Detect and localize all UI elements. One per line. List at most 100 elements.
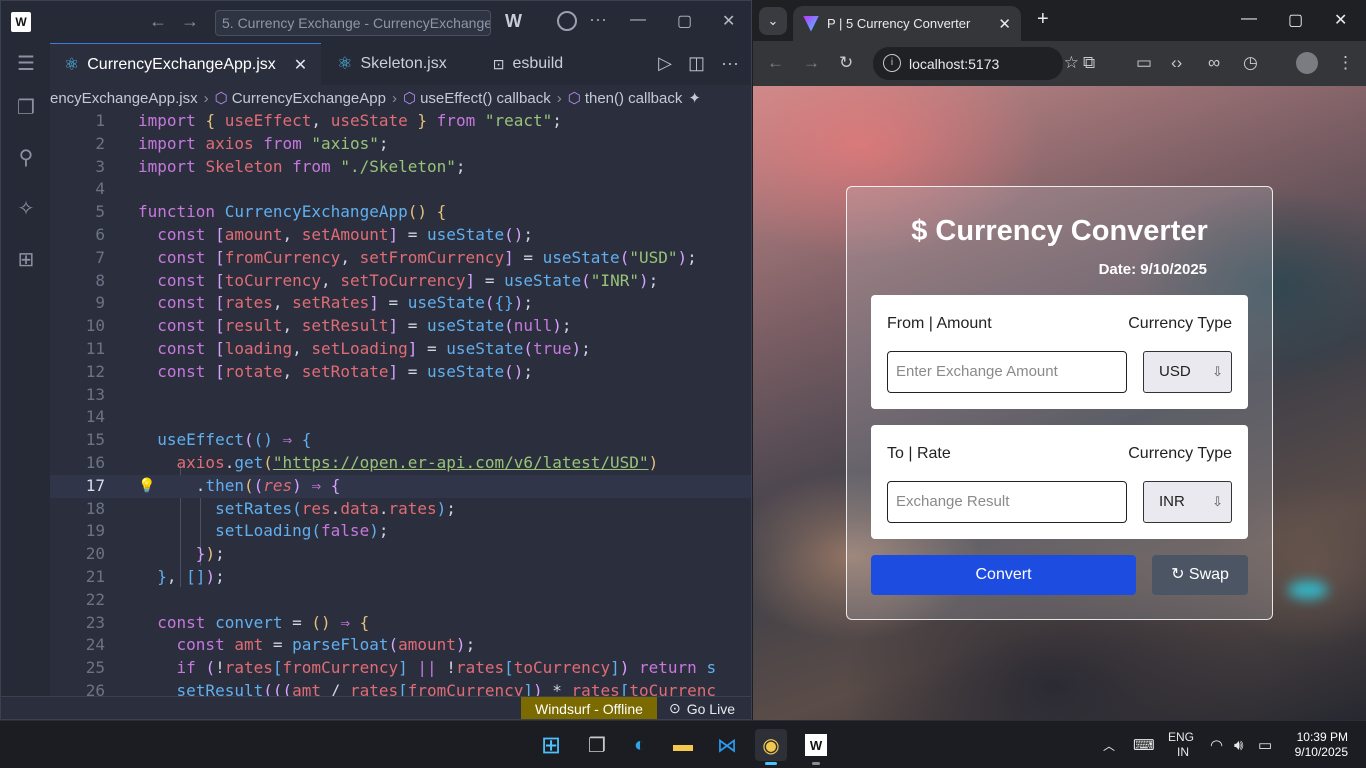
- code-line[interactable]: 10 const [result, setResult] = useState(…: [50, 315, 751, 338]
- tab-search-icon[interactable]: ⌄: [759, 7, 787, 35]
- bookmark-star-icon[interactable]: ☆: [1064, 53, 1079, 73]
- code-line[interactable]: 7 const [fromCurrency, setFromCurrency] …: [50, 247, 751, 270]
- breadcrumb-item[interactable]: encyExchangeApp.jsx: [50, 90, 198, 107]
- menu-icon[interactable]: ☰: [15, 53, 37, 75]
- code-line[interactable]: 20 });: [50, 543, 751, 566]
- code-line[interactable]: 15 useEffect(() ⇒ {: [50, 429, 751, 452]
- close-window-icon[interactable]: ✕: [1334, 10, 1347, 30]
- back-arrow-icon[interactable]: ←: [767, 53, 784, 73]
- search-icon[interactable]: ⚲: [15, 147, 37, 169]
- wifi-icon[interactable]: ◠: [1210, 721, 1223, 768]
- code-line[interactable]: 14: [50, 406, 751, 429]
- to-currency-value: INR: [1159, 493, 1185, 510]
- device-icon[interactable]: ▭: [1136, 53, 1152, 73]
- breadcrumb-item[interactable]: useEffect() callback: [420, 90, 551, 107]
- close-tab-icon[interactable]: ✕: [998, 15, 1011, 33]
- code-line[interactable]: 4: [50, 178, 751, 201]
- tab-skeleton[interactable]: ⚛ Skeleton.jsx: [321, 43, 479, 85]
- breadcrumb-item[interactable]: CurrencyExchangeApp: [232, 90, 386, 107]
- system-clock[interactable]: 10:39 PM 9/10/2025: [1295, 730, 1348, 760]
- split-editor-icon[interactable]: ◫: [688, 53, 705, 74]
- code-line[interactable]: 8 const [toCurrency, setToCurrency] = us…: [50, 270, 751, 293]
- language-indicator[interactable]: ENG IN: [1168, 721, 1194, 768]
- extensions-icon[interactable]: ⊞: [15, 249, 37, 271]
- explorer-icon[interactable]: ❐: [15, 97, 37, 119]
- go-live-button[interactable]: ⊙ Go Live: [669, 700, 735, 717]
- code-line[interactable]: 26 setResult(((amt / rates[fromCurrency]…: [50, 680, 751, 696]
- site-info-icon[interactable]: i: [883, 54, 901, 72]
- menu-dots-icon[interactable]: ⋮: [1337, 53, 1354, 73]
- more-actions-icon[interactable]: ···: [721, 53, 739, 74]
- code-line[interactable]: 17 💡 .then((res) ⇒ {: [50, 474, 751, 498]
- swap-button[interactable]: ↻ Swap: [1152, 555, 1248, 595]
- minimize-icon[interactable]: —: [630, 11, 646, 29]
- new-tab-icon[interactable]: +: [1037, 8, 1049, 31]
- vscode-icon[interactable]: ⋈: [711, 729, 743, 761]
- source-control-icon[interactable]: ✧: [15, 198, 37, 220]
- code-line[interactable]: 5 function CurrencyExchangeApp() {: [50, 201, 751, 224]
- code-line[interactable]: 23 const convert = () ⇒ {: [50, 612, 751, 635]
- windsurf-icon[interactable]: W: [505, 11, 522, 32]
- close-tab-icon[interactable]: ✕: [294, 55, 307, 75]
- react-icon: ⚛: [64, 54, 80, 74]
- status-offline[interactable]: Windsurf - Offline: [521, 697, 657, 719]
- breadcrumb-item[interactable]: then() callback: [585, 90, 683, 107]
- extensions-icon[interactable]: ⧉: [1083, 53, 1095, 73]
- windsurf-logo-icon[interactable]: W: [11, 12, 31, 32]
- code-line[interactable]: 24 const amt = parseFloat(amount);: [50, 634, 751, 657]
- to-currency-select[interactable]: INR ⇩: [1143, 481, 1232, 523]
- profile-avatar[interactable]: [1296, 52, 1318, 74]
- chrome-icon[interactable]: ◉: [755, 729, 787, 765]
- volume-icon[interactable]: 🔊︎: [1234, 721, 1243, 768]
- maximize-icon[interactable]: ▢: [1288, 10, 1303, 30]
- run-icon[interactable]: ▷: [658, 53, 672, 74]
- code-line[interactable]: 13: [50, 384, 751, 407]
- line-number: 24: [85, 635, 105, 655]
- edge-icon[interactable]: ◐: [624, 729, 656, 761]
- code-line[interactable]: 3 import Skeleton from "./Skeleton";: [50, 156, 751, 179]
- windsurf-taskbar-icon[interactable]: W: [800, 729, 832, 765]
- code-line[interactable]: 2 import axios from "axios";: [50, 133, 751, 156]
- link-icon[interactable]: ∞: [1208, 53, 1220, 73]
- tab-currency-converter[interactable]: P | 5 Currency Converter ✕: [793, 6, 1021, 41]
- code-line[interactable]: 6 const [amount, setAmount] = useState()…: [50, 224, 751, 247]
- start-windows-icon[interactable]: ⊞: [535, 729, 567, 761]
- address-bar[interactable]: i localhost:5173 ☆: [873, 47, 1079, 80]
- minimize-icon[interactable]: —: [1241, 10, 1257, 28]
- back-arrow-icon[interactable]: ←: [149, 11, 167, 32]
- task-view-icon[interactable]: ❐: [581, 729, 613, 761]
- code-line[interactable]: 18 setRates(res.data.rates);: [50, 498, 751, 521]
- battery-icon[interactable]: ▭: [1258, 721, 1272, 768]
- show-hidden-icons-icon[interactable]: ︿: [1103, 721, 1115, 768]
- from-currency-select[interactable]: USD ⇩: [1143, 351, 1232, 393]
- keyboard-icon[interactable]: ⌨: [1133, 721, 1155, 768]
- devtools-icon[interactable]: ‹›: [1171, 53, 1182, 73]
- more-options-icon[interactable]: ···: [589, 9, 607, 30]
- code-line[interactable]: 19 setLoading(false);: [50, 520, 751, 543]
- maximize-icon[interactable]: ▢: [677, 11, 692, 31]
- code-line[interactable]: 16 axios.get("https://open.er-api.com/v6…: [50, 452, 751, 475]
- amount-input[interactable]: Enter Exchange Amount: [887, 351, 1127, 393]
- code-editor[interactable]: 1 import { useEffect, useState } from "re…: [50, 110, 751, 696]
- code-line[interactable]: 21 }, []);: [50, 566, 751, 589]
- sparkle-icon[interactable]: ✦: [688, 89, 701, 107]
- code-line[interactable]: 25 if (!rates[fromCurrency] || !rates[to…: [50, 657, 751, 680]
- account-icon[interactable]: [557, 11, 577, 31]
- close-window-icon[interactable]: ✕: [722, 11, 735, 31]
- code-line[interactable]: 9 const [rates, setRates] = useState({})…: [50, 292, 751, 315]
- forward-arrow-icon[interactable]: →: [803, 53, 820, 73]
- forward-arrow-icon[interactable]: →: [181, 11, 199, 32]
- tab-esbuild[interactable]: ⊡ esbuild: [479, 43, 577, 85]
- tab-currencyexchangeapp[interactable]: ⚛ CurrencyExchangeApp.jsx ✕: [50, 43, 322, 85]
- file-explorer-icon[interactable]: ▬: [667, 729, 699, 761]
- reload-icon[interactable]: ↻: [839, 53, 853, 73]
- result-input[interactable]: Exchange Result: [887, 481, 1127, 523]
- command-search-input[interactable]: 5. Currency Exchange - CurrencyExchangeA: [215, 10, 491, 36]
- convert-button[interactable]: Convert: [871, 555, 1136, 595]
- code-line[interactable]: 1 import { useEffect, useState } from "re…: [50, 110, 751, 133]
- line-number: 23: [85, 612, 105, 632]
- code-line[interactable]: 12 const [rotate, setRotate] = useState(…: [50, 361, 751, 384]
- history-icon[interactable]: ◷: [1243, 53, 1258, 73]
- code-line[interactable]: 22: [50, 589, 751, 612]
- code-line[interactable]: 11 const [loading, setLoading] = useStat…: [50, 338, 751, 361]
